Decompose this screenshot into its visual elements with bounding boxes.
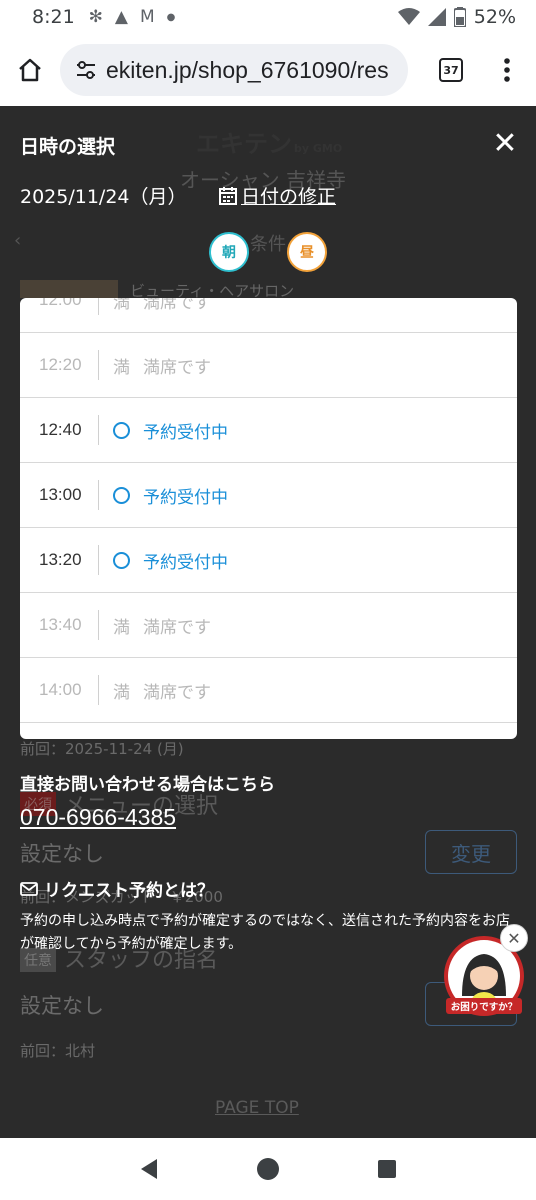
time-slot-row[interactable]: 13:20 予約受付中 xyxy=(20,528,517,593)
close-icon: ✕ xyxy=(492,125,518,161)
contact-heading: 直接お問い合わせる場合はこちら xyxy=(20,775,275,795)
battery-level: 52% xyxy=(473,6,516,28)
time-slot-row: 14:00 満満席です xyxy=(20,658,517,723)
battery-icon xyxy=(453,7,466,27)
modal-title: 日時の選択 xyxy=(20,136,116,158)
close-icon: ✕ xyxy=(507,928,521,948)
help-label: お困りですか？ xyxy=(446,998,522,1014)
clock: 8:21 xyxy=(32,6,75,28)
slot-divider xyxy=(98,610,99,640)
slot-time: 12:40 xyxy=(39,420,82,439)
staff-value: 設定なし xyxy=(20,994,104,1018)
phone-link[interactable]: 070-6966-4385 xyxy=(20,804,176,831)
page-top-link: PAGE TOP xyxy=(215,1098,299,1118)
calendar-icon xyxy=(219,187,237,205)
site-settings-icon[interactable] xyxy=(70,60,102,80)
slot-status-label: 満席です xyxy=(143,682,211,703)
slot-time: 12:20 xyxy=(39,355,82,374)
slot-divider xyxy=(98,415,99,445)
morning-filter-button[interactable]: 朝 xyxy=(209,232,249,272)
url-text[interactable]: ekiten.jp/shop_6761090/res xyxy=(102,57,389,84)
time-slot-row: 13:40 満満席です xyxy=(20,593,517,658)
browser-menu-button[interactable] xyxy=(482,34,532,106)
slot-status-label: 満席です xyxy=(143,357,211,378)
request-heading: リクエスト予約とは？ xyxy=(20,876,214,901)
back-icon[interactable] xyxy=(139,1158,159,1180)
available-circle-icon xyxy=(113,551,143,569)
available-circle-icon xyxy=(113,421,143,439)
selected-date: 2025/11/24（月） xyxy=(20,186,187,208)
wifi-icon xyxy=(397,8,420,25)
slot-status-label: 予約受付中 xyxy=(143,422,228,443)
available-circle-icon xyxy=(113,486,143,504)
dot-icon: ● xyxy=(166,11,176,23)
tab-switcher-button[interactable]: 37 xyxy=(420,34,482,106)
slot-divider xyxy=(98,675,99,705)
slot-time: 13:00 xyxy=(39,485,82,504)
slot-status-label: 予約受付中 xyxy=(143,487,228,508)
slot-divider xyxy=(98,350,99,380)
site-logo: エキテン by GMO xyxy=(196,130,343,158)
slot-status-label: 満席です xyxy=(143,298,211,313)
shop-thumbnail xyxy=(20,280,118,298)
slot-divider xyxy=(98,480,99,510)
drive-icon: ▲ xyxy=(114,7,128,27)
slot-status-label: 満席です xyxy=(143,617,211,638)
system-nav-bar xyxy=(0,1138,536,1200)
back-chevron-icon: ‹ xyxy=(14,230,22,251)
home-button[interactable] xyxy=(0,34,60,106)
slot-divider xyxy=(98,298,99,315)
gmail-icon: M xyxy=(140,7,155,27)
slot-time: 12:00 xyxy=(39,298,82,309)
browser-toolbar: ekiten.jp/shop_6761090/res 37 xyxy=(0,34,536,106)
time-slot-row[interactable]: 13:00 予約受付中 xyxy=(20,463,517,528)
time-slot-scroll: 12:00 満満席です 12:20 満満席です 12:40 予約受付中 13:00 予約受付中… xyxy=(20,298,517,739)
recents-icon[interactable] xyxy=(377,1159,397,1179)
slot-time: 13:40 xyxy=(39,615,82,634)
previous-staff: 前回：北村 xyxy=(20,1042,96,1060)
more-vert-icon xyxy=(504,58,510,82)
slot-time: 14:00 xyxy=(39,680,82,699)
slot-divider xyxy=(98,545,99,575)
home-icon xyxy=(19,58,41,82)
signal-icon xyxy=(427,8,446,26)
slot-status-label: 予約受付中 xyxy=(143,552,228,573)
time-slot-row[interactable]: 12:40 予約受付中 xyxy=(20,398,517,463)
request-heading-text: リクエスト予約とは？ xyxy=(44,881,214,901)
fix-date-link[interactable]: 日付の修正 xyxy=(219,182,336,209)
full-mark-icon: 満 xyxy=(113,298,130,313)
request-description: 予約の申し込み時点で予約が確定するのではなく、送信された予約内容をお店が確認して… xyxy=(20,913,510,952)
menu-value: 設定なし xyxy=(20,842,104,866)
address-bar[interactable]: ekiten.jp/shop_6761090/res xyxy=(60,44,408,96)
noon-filter-button[interactable]: 昼 xyxy=(287,232,327,272)
full-mark-icon: 満 xyxy=(113,617,130,638)
time-slot-list[interactable]: 12:00 満満席です 12:20 満満席です 12:40 予約受付中 13:00 予約受付中… xyxy=(20,298,517,739)
pinwheel-icon: ✻ xyxy=(88,7,103,27)
time-slot-row: 12:00 満満席です xyxy=(20,298,517,333)
previous-date: 前回：2025-11-24 (月) xyxy=(20,740,184,758)
slot-time: 13:20 xyxy=(39,550,82,569)
close-button[interactable]: ✕ xyxy=(490,125,520,161)
home-nav-icon[interactable] xyxy=(256,1157,280,1181)
menu-change-button: 変更 xyxy=(425,830,517,874)
mail-icon xyxy=(20,881,38,896)
help-close-button[interactable]: ✕ xyxy=(500,924,528,952)
time-slot-row: 14:20予約不可です xyxy=(20,723,517,739)
status-bar: 8:21 ✻ ▲ M ● 52% xyxy=(0,0,536,34)
time-slot-row: 12:20 満満席です xyxy=(20,333,517,398)
conditions-label: 条件 xyxy=(250,234,286,255)
tab-count: 37 xyxy=(439,58,463,82)
full-mark-icon: 満 xyxy=(113,682,130,703)
fix-date-label: 日付の修正 xyxy=(241,186,337,208)
full-mark-icon: 満 xyxy=(113,357,130,378)
